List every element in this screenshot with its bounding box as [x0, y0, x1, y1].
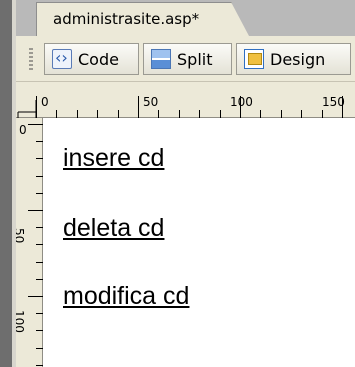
- vertical-ruler[interactable]: 0 50 100: [16, 118, 43, 367]
- ruler-label-0: 0: [41, 95, 49, 109]
- document-tab-title: administrasite.asp*: [53, 10, 200, 28]
- link-modifica-cd[interactable]: modifica cd: [63, 282, 189, 311]
- code-view-label: Code: [78, 49, 119, 69]
- vertical-ruler-ticks: 0 50 100: [16, 123, 43, 366]
- toolbar-grip-handle[interactable]: [29, 48, 33, 72]
- tab-slant-edge: [231, 2, 249, 36]
- code-view-button[interactable]: Code: [44, 43, 139, 75]
- split-view-label: Split: [177, 49, 213, 69]
- document-tab-strip: administrasite.asp*: [16, 0, 355, 36]
- split-view-icon: [151, 49, 171, 69]
- vruler-label-100: 100: [16, 310, 26, 333]
- horizontal-ruler[interactable]: 0 50 100 150: [16, 82, 355, 118]
- split-view-button[interactable]: Split: [143, 43, 232, 75]
- design-view-label: Design: [270, 49, 326, 69]
- design-view-icon: [244, 49, 264, 69]
- editor-window: administrasite.asp* Code Split Design 0 …: [0, 0, 355, 367]
- design-canvas[interactable]: insere cd deleta cd modifica cd: [43, 118, 355, 367]
- ruler-label-50: 50: [143, 95, 158, 109]
- window-left-border: [0, 0, 12, 367]
- vruler-label-0: 0: [19, 123, 27, 137]
- design-view-button[interactable]: Design: [236, 43, 351, 75]
- document-tab[interactable]: administrasite.asp*: [36, 2, 249, 36]
- document-toolbar: Code Split Design: [16, 36, 355, 82]
- ruler-label-150: 150: [322, 95, 345, 109]
- vruler-label-50: 50: [16, 228, 26, 243]
- code-view-icon: [52, 48, 72, 69]
- ruler-label-100: 100: [230, 95, 253, 109]
- horizontal-ruler-ticks: 0 50 100 150: [17, 95, 345, 118]
- link-deleta-cd[interactable]: deleta cd: [63, 214, 164, 243]
- link-insere-cd[interactable]: insere cd: [63, 144, 164, 173]
